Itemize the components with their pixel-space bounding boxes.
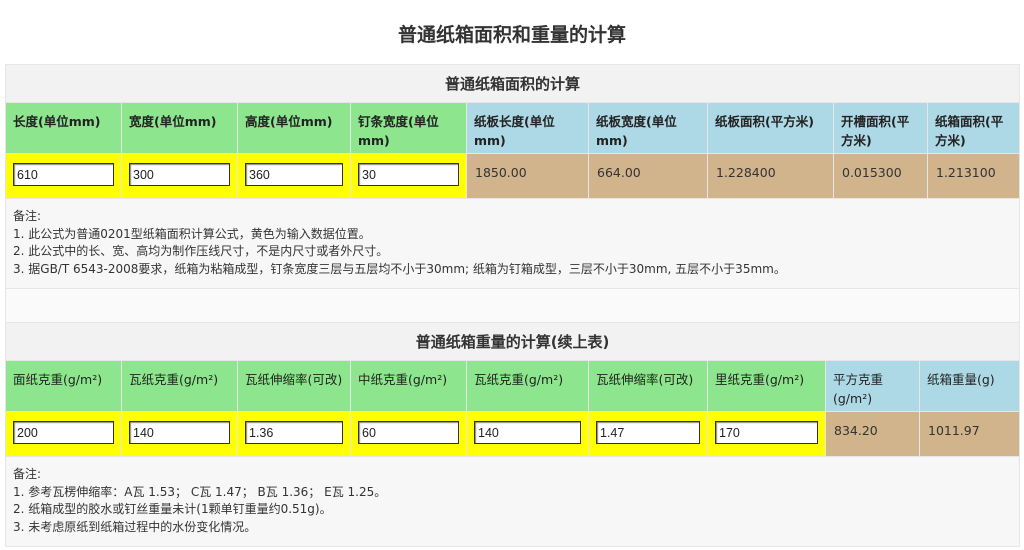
header-flute-ratio-1: 瓦纸伸缩率(可改) [237, 360, 351, 412]
header-nail-strip-width: 钉条宽度(单位mm) [350, 102, 467, 154]
header-flute-paper-2: 瓦纸克重(g/m²) [466, 360, 589, 412]
box-weight-value: 1011.97 [918, 411, 1021, 457]
header-length: 长度(单位mm) [5, 102, 122, 154]
area-section-title: 普通纸箱面积的计算 [4, 64, 1021, 103]
nail-strip-width-input[interactable] [358, 163, 459, 186]
weight-calc-table: 普通纸箱重量的计算(续上表) 面纸克重(g/m²) 瓦纸克重(g/m²) 瓦纸伸… [4, 322, 1021, 547]
flute-paper-1-cell [121, 411, 238, 457]
area-header-row: 长度(单位mm) 宽度(单位mm) 高度(单位mm) 钉条宽度(单位mm) 纸板… [5, 102, 1021, 154]
board-width-value: 664.00 [588, 153, 708, 199]
height-input[interactable] [245, 163, 343, 186]
header-middle-paper: 中纸克重(g/m²) [350, 360, 467, 412]
face-paper-cell [5, 411, 122, 457]
weight-header-row: 面纸克重(g/m²) 瓦纸克重(g/m²) 瓦纸伸缩率(可改) 中纸克重(g/m… [5, 360, 1021, 412]
flute-ratio-2-input[interactable] [596, 421, 700, 444]
weight-note-1: 1. 参考瓦楞伸缩率：A瓦 1.53； C瓦 1.47； B瓦 1.36； E瓦… [13, 484, 387, 499]
header-flute-ratio-2: 瓦纸伸缩率(可改) [588, 360, 708, 412]
area-note-3: 3. 据GB/T 6543-2008要求，纸箱为粘箱成型，钉条宽度三层与五层均不… [13, 261, 786, 276]
flute-paper-1-input[interactable] [129, 421, 230, 444]
weight-section-title: 普通纸箱重量的计算(续上表) [4, 322, 1021, 361]
header-liner-paper: 里纸克重(g/m²) [707, 360, 826, 412]
middle-paper-cell [350, 411, 467, 457]
area-calc-table: 普通纸箱面积的计算 长度(单位mm) 宽度(单位mm) 高度(单位mm) 钉条宽… [4, 64, 1021, 325]
weight-note-3: 3. 未考虑原纸到纸箱过程中的水份变化情况。 [13, 519, 257, 534]
face-paper-input[interactable] [13, 421, 114, 444]
middle-paper-input[interactable] [358, 421, 459, 444]
board-length-value: 1850.00 [466, 153, 589, 199]
weight-note-2: 2. 纸箱成型的胶水或钉丝重量未计(1颗单钉重量约0.51g)。 [13, 502, 332, 516]
header-box-weight: 纸箱重量(g) [918, 360, 1021, 412]
weight-notes: 备注: 1. 参考瓦楞伸缩率：A瓦 1.53； C瓦 1.47； B瓦 1.36… [4, 456, 1021, 547]
page-title: 普通纸箱面积和重量的计算 [397, 24, 626, 46]
area-note-heading: 备注: [13, 209, 42, 223]
flute-ratio-2-cell [588, 411, 708, 457]
flute-ratio-1-input[interactable] [245, 421, 343, 444]
header-board-length: 纸板长度(单位mm) [466, 102, 589, 154]
width-cell [121, 153, 238, 199]
area-notes: 备注: 1. 此公式为普通0201型纸箱面积计算公式，黄色为输入数据位置。 2.… [4, 198, 1021, 289]
header-board-area: 纸板面积(平方米) [707, 102, 834, 154]
liner-paper-input[interactable] [715, 421, 818, 444]
box-area-value: 1.213100 [926, 153, 1021, 199]
header-gsm-total: 平方克重(g/m²) [825, 360, 920, 412]
height-cell [237, 153, 351, 199]
slot-area-value: 0.015300 [833, 153, 928, 199]
header-board-width: 纸板宽度(单位mm) [588, 102, 708, 154]
nail-strip-width-cell [350, 153, 467, 199]
header-flute-paper-1: 瓦纸克重(g/m²) [121, 360, 238, 412]
flute-ratio-1-cell [237, 411, 351, 457]
board-area-value: 1.228400 [707, 153, 834, 199]
length-cell [5, 153, 122, 199]
weight-note-heading: 备注: [13, 467, 42, 481]
header-width: 宽度(单位mm) [121, 102, 238, 154]
width-input[interactable] [129, 163, 230, 186]
gsm-total-value: 834.20 [825, 411, 920, 457]
header-height: 高度(单位mm) [237, 102, 351, 154]
liner-paper-cell [707, 411, 826, 457]
header-slot-area: 开槽面积(平方米) [833, 102, 928, 154]
area-value-row: 1850.00 664.00 1.228400 0.015300 1.21310… [5, 153, 1021, 199]
weight-value-row: 834.20 1011.97 [5, 411, 1021, 457]
header-face-paper: 面纸克重(g/m²) [5, 360, 122, 412]
area-note-2: 2. 此公式中的长、宽、高均为制作压线尺寸，不是内尺寸或者外尺寸。 [13, 244, 389, 258]
length-input[interactable] [13, 163, 114, 186]
area-note-1: 1. 此公式为普通0201型纸箱面积计算公式，黄色为输入数据位置。 [13, 226, 371, 241]
section-spacer [4, 288, 1021, 325]
header-box-area: 纸箱面积(平方米) [926, 102, 1021, 154]
flute-paper-2-input[interactable] [474, 421, 581, 444]
flute-paper-2-cell [466, 411, 589, 457]
